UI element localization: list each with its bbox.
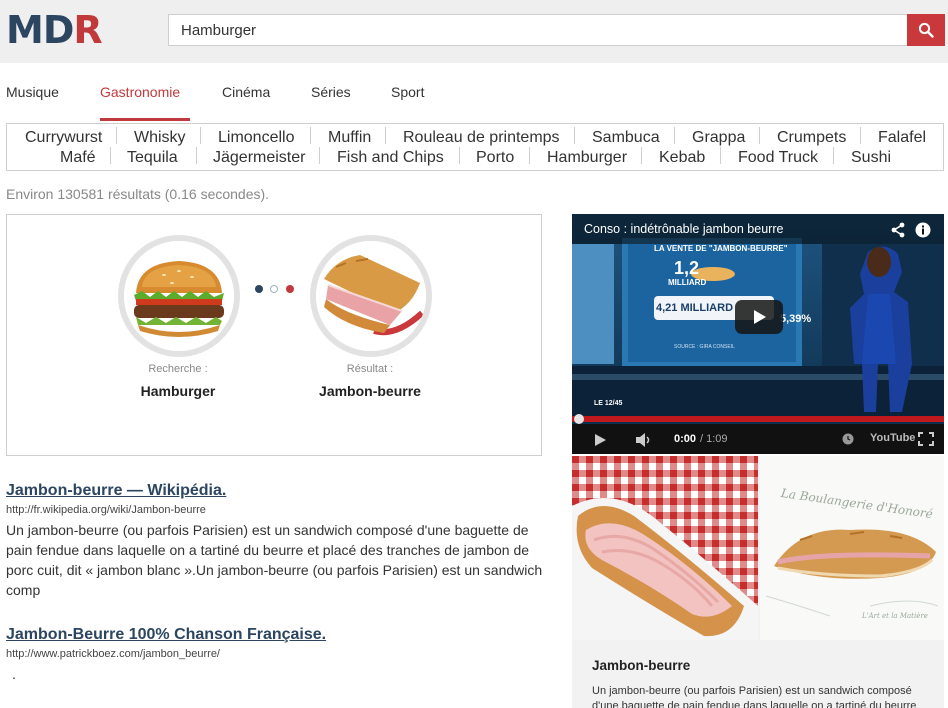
suggestion-link[interactable]: Mafé — [60, 149, 96, 167]
suggestion-link[interactable]: Fish and Chips — [337, 149, 444, 167]
suggestion-divider — [860, 127, 861, 144]
page: MDR Musique Gastronomie Cinéma Séries Sp… — [0, 0, 948, 708]
suggestion-link[interactable]: Rouleau de printemps — [403, 129, 560, 147]
suggestion-link[interactable]: Kebab — [659, 149, 705, 167]
search-button[interactable] — [907, 14, 945, 46]
suggestion-link[interactable]: Currywurst — [25, 129, 102, 147]
video-duration: / 1:09 — [700, 433, 728, 445]
video-overlay-big: 1,2 — [674, 258, 700, 278]
suggestion-link[interactable]: Food Truck — [738, 149, 818, 167]
suggestion-link[interactable]: Sushi — [851, 149, 891, 167]
video-player[interactable]: LA VENTE DE "JAMBON-BEURRE" 1,2 MILLIARD… — [572, 214, 944, 454]
panel-title: Jambon-beurre — [592, 658, 691, 673]
logo-letter-d: D — [42, 8, 75, 52]
result-snippet: . — [12, 666, 16, 682]
suggestion-divider — [200, 127, 201, 144]
result-label: Résultat : — [346, 363, 394, 375]
result-url: http://www.patrickboez.com/jambon_beurre… — [6, 648, 220, 660]
play-button[interactable] — [735, 300, 783, 334]
carousel-dot[interactable] — [270, 285, 278, 293]
result-image-circle — [310, 235, 432, 357]
knowledge-panel: La Boulangerie d'Honoré L'Art et la Mati… — [572, 456, 944, 708]
hamburger-image — [124, 241, 234, 351]
video-overlay-second: 4,21 MILLIARD — [656, 302, 734, 314]
logo-letter-m: M — [6, 8, 44, 52]
video-title[interactable]: Conso : indétrônable jambon beurre — [584, 222, 783, 236]
suggestion-divider — [674, 127, 675, 144]
suggestion-divider — [459, 147, 460, 164]
bakery-sign-subtext: L'Art et la Matière — [862, 612, 928, 620]
result-title-link[interactable]: Jambon-beurre — Wikipédia. — [6, 482, 226, 500]
suggestion-link[interactable]: Falafel — [878, 129, 926, 147]
video-overlay-header: LA VENTE DE "JAMBON-BEURRE" — [654, 244, 788, 253]
video-controls: 0:00 / 1:09 YouTube — [572, 424, 944, 454]
search-value: Hamburger — [140, 383, 216, 399]
info-icon[interactable] — [915, 222, 931, 238]
result-title-link[interactable]: Jambon-Beurre 100% Chanson Française. — [6, 626, 326, 644]
header: MDR — [0, 0, 948, 63]
suggestion-link[interactable]: Hamburger — [547, 149, 627, 167]
youtube-logo[interactable]: YouTube — [870, 432, 915, 444]
suggestion-divider — [385, 127, 386, 144]
suggestion-divider — [759, 127, 760, 144]
category-tabs: Musique Gastronomie Cinéma Séries Sport — [0, 64, 948, 121]
video-current-time: 0:00 — [674, 433, 697, 445]
panel-description: Un jambon-beurre (ou parfois Parisien) e… — [592, 685, 917, 708]
comparison-card: Recherche : Hamburger Résultat : Jambon-… — [6, 214, 542, 456]
suggestions-box: Currywurst Whisky Limoncello Muffin Roul… — [6, 123, 944, 171]
suggestion-divider — [720, 147, 721, 164]
search-label: Recherche : — [148, 363, 208, 375]
suggestion-link[interactable]: Muffin — [328, 129, 371, 147]
suggestion-divider — [319, 147, 320, 164]
carousel-dot[interactable] — [255, 285, 263, 293]
active-tab-indicator — [100, 118, 190, 121]
search-image-circle — [118, 235, 240, 357]
tab-series[interactable]: Séries — [311, 84, 351, 100]
suggestion-link[interactable]: Jägermeister — [213, 149, 305, 167]
share-icon[interactable] — [890, 222, 906, 238]
suggestion-link[interactable]: Whisky — [134, 129, 186, 147]
suggestion-link[interactable]: Limoncello — [218, 129, 294, 147]
carousel-dot[interactable] — [286, 285, 294, 293]
suggestion-divider — [574, 127, 575, 144]
tab-sport[interactable]: Sport — [391, 84, 424, 100]
suggestion-divider — [641, 147, 642, 164]
suggestion-divider — [833, 147, 834, 164]
play-icon[interactable] — [593, 433, 607, 447]
sandwich-on-napkin-image[interactable] — [572, 456, 758, 640]
suggestion-link[interactable]: Porto — [476, 149, 514, 167]
video-overlay-source: SOURCE : GIRA CONSEIL — [674, 344, 735, 350]
suggestion-link[interactable]: Grappa — [692, 129, 745, 147]
video-overlay-unit: MILLIARD — [668, 278, 707, 287]
video-overlay-pct: 5,39% — [780, 313, 812, 325]
suggestion-divider — [116, 127, 117, 144]
tab-cinema[interactable]: Cinéma — [222, 84, 270, 100]
search-icon — [918, 22, 934, 38]
logo[interactable]: MDR — [6, 8, 103, 52]
suggestion-link[interactable]: Crumpets — [777, 129, 846, 147]
suggestion-divider — [529, 147, 530, 164]
result-count: Environ 130581 résultats (0.16 secondes)… — [6, 186, 270, 202]
logo-letter-r: R — [73, 8, 102, 52]
jambon-beurre-image — [316, 241, 426, 351]
result-url: http://fr.wikipedia.org/wiki/Jambon-beur… — [6, 504, 206, 516]
video-scrubber[interactable] — [574, 414, 584, 424]
result-value: Jambon-beurre — [319, 383, 421, 399]
tab-gastronomie[interactable]: Gastronomie — [100, 84, 180, 100]
tab-musique[interactable]: Musique — [6, 84, 59, 100]
suggestion-link[interactable]: Tequila — [127, 149, 178, 167]
video-progress-bar[interactable] — [572, 416, 944, 422]
suggestion-divider — [196, 147, 197, 164]
channel-logo: LE 12/45 — [594, 400, 623, 407]
search-input[interactable] — [168, 14, 908, 46]
play-icon — [754, 310, 766, 324]
suggestion-link[interactable]: Sambuca — [592, 129, 660, 147]
clock-icon[interactable] — [842, 433, 854, 445]
fullscreen-icon[interactable] — [918, 432, 934, 446]
suggestion-divider — [110, 147, 111, 164]
volume-icon[interactable] — [634, 432, 654, 448]
suggestion-divider — [310, 127, 311, 144]
result-snippet: Un jambon-beurre (ou parfois Parisien) e… — [6, 522, 543, 598]
